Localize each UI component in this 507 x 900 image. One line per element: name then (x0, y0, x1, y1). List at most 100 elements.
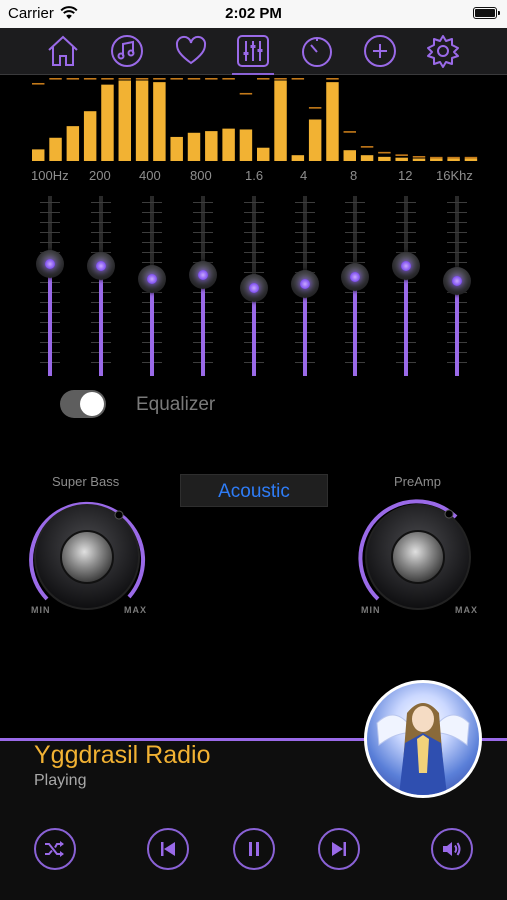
eq-slider-1[interactable] (36, 196, 64, 376)
slider-knob[interactable] (443, 266, 471, 295)
spectrum-bar (257, 147, 270, 161)
spectrum-peak (343, 131, 356, 133)
station-name: Yggdrasil Radio (34, 741, 211, 769)
freq-label: 100Hz (31, 168, 69, 183)
eq-slider-5[interactable] (240, 196, 268, 376)
super-bass-min-label: MIN (31, 605, 51, 615)
freq-label: 200 (89, 168, 111, 183)
spectrum-bar (49, 137, 62, 161)
spectrum-bar (118, 80, 131, 161)
slider-fill (353, 277, 357, 376)
spectrum-peak (274, 78, 287, 80)
spectrum-bar (170, 136, 183, 161)
timer-icon[interactable] (298, 32, 336, 70)
freq-label: 1.6 (245, 168, 264, 183)
eq-slider-8[interactable] (392, 196, 420, 376)
clock: 2:02 PM (225, 5, 282, 22)
eq-slider-9[interactable] (443, 196, 471, 376)
spectrum-bar (66, 126, 80, 161)
spectrum-bar (274, 80, 287, 161)
shuffle-icon (45, 841, 64, 857)
equalizer-label: Equalizer (136, 394, 216, 415)
freq-label: 4 (300, 168, 308, 183)
spectrum-bar (447, 158, 460, 161)
spectrum-bar (395, 157, 408, 161)
spectrum-bar (378, 156, 391, 161)
slider-knob[interactable] (87, 252, 115, 281)
pause-icon (249, 842, 259, 856)
eq-slider-4[interactable] (189, 196, 217, 376)
spectrum-peak (447, 156, 460, 159)
spectrum-peak (205, 78, 218, 80)
spectrum-bar (360, 155, 374, 161)
spectrum-bar (343, 150, 356, 161)
spectrum-bar (187, 132, 201, 161)
spectrum-bar (291, 155, 305, 161)
slider-fill (150, 278, 154, 376)
previous-button[interactable] (147, 828, 189, 870)
next-button[interactable] (318, 828, 360, 870)
add-icon[interactable] (361, 32, 399, 70)
super-bass-knob[interactable] (25, 495, 149, 619)
spectrum-bar (205, 131, 218, 161)
spectrum-peak (66, 78, 80, 80)
spectrum-peak (395, 154, 408, 156)
freq-label: 800 (190, 168, 212, 183)
preamp-knob[interactable] (356, 495, 480, 619)
spectrum-peak (308, 107, 322, 109)
volume-button[interactable] (431, 828, 473, 870)
spectrum-peak (430, 156, 443, 159)
slider-knob[interactable] (240, 273, 268, 302)
spectrum-analyzer (32, 78, 478, 161)
slider-fill (99, 266, 103, 376)
shuffle-button[interactable] (34, 828, 76, 870)
equalizer-icon[interactable] (232, 32, 274, 75)
slider-knob[interactable] (392, 252, 420, 281)
slider-fill (201, 275, 205, 376)
preamp-min-label: MIN (361, 605, 381, 615)
top-toolbar (0, 28, 507, 75)
spectrum-bar (153, 82, 166, 161)
preamp-label: PreAmp (394, 474, 441, 489)
equalizer-toggle[interactable] (60, 390, 106, 418)
freq-label: 8 (350, 168, 358, 183)
music-note-icon[interactable] (108, 32, 146, 70)
spectrum-peak (101, 78, 114, 80)
spectrum-peak (326, 78, 339, 80)
spectrum-bar (239, 129, 253, 161)
eq-slider-3[interactable] (138, 196, 166, 376)
freq-label: 12 (398, 168, 413, 183)
super-bass-label: Super Bass (52, 474, 120, 489)
album-art[interactable] (364, 680, 482, 798)
slider-knob[interactable] (138, 264, 166, 293)
home-icon[interactable] (44, 32, 82, 70)
super-bass-max-label: MAX (124, 605, 147, 615)
eq-slider-7[interactable] (341, 196, 369, 376)
spectrum-peak (49, 78, 62, 80)
spectrum-peak (222, 78, 235, 80)
spectrum-bar (430, 158, 443, 161)
spectrum-bar (135, 80, 149, 161)
slider-knob[interactable] (291, 270, 319, 299)
slider-fill (404, 266, 408, 376)
spectrum-peak (187, 78, 201, 80)
eq-slider-2[interactable] (87, 196, 115, 376)
spectrum-bar (464, 158, 478, 161)
spectrum-peak (135, 78, 149, 80)
slider-knob[interactable] (341, 263, 369, 291)
gear-icon[interactable] (424, 32, 462, 70)
spectrum-bar (412, 158, 426, 161)
slider-fill (48, 264, 52, 376)
previous-icon (161, 842, 175, 856)
eq-slider-6[interactable] (291, 196, 319, 376)
preset-button[interactable]: Acoustic (180, 474, 328, 507)
freq-label: 16Khz (436, 168, 473, 183)
spectrum-bar (222, 128, 235, 161)
spectrum-peak (412, 156, 426, 158)
slider-fill (455, 280, 459, 376)
slider-knob[interactable] (189, 261, 217, 290)
pause-button[interactable] (233, 828, 275, 870)
spectrum-bar (326, 82, 339, 161)
spectrum-peak (32, 82, 45, 85)
heart-icon[interactable] (172, 32, 210, 70)
